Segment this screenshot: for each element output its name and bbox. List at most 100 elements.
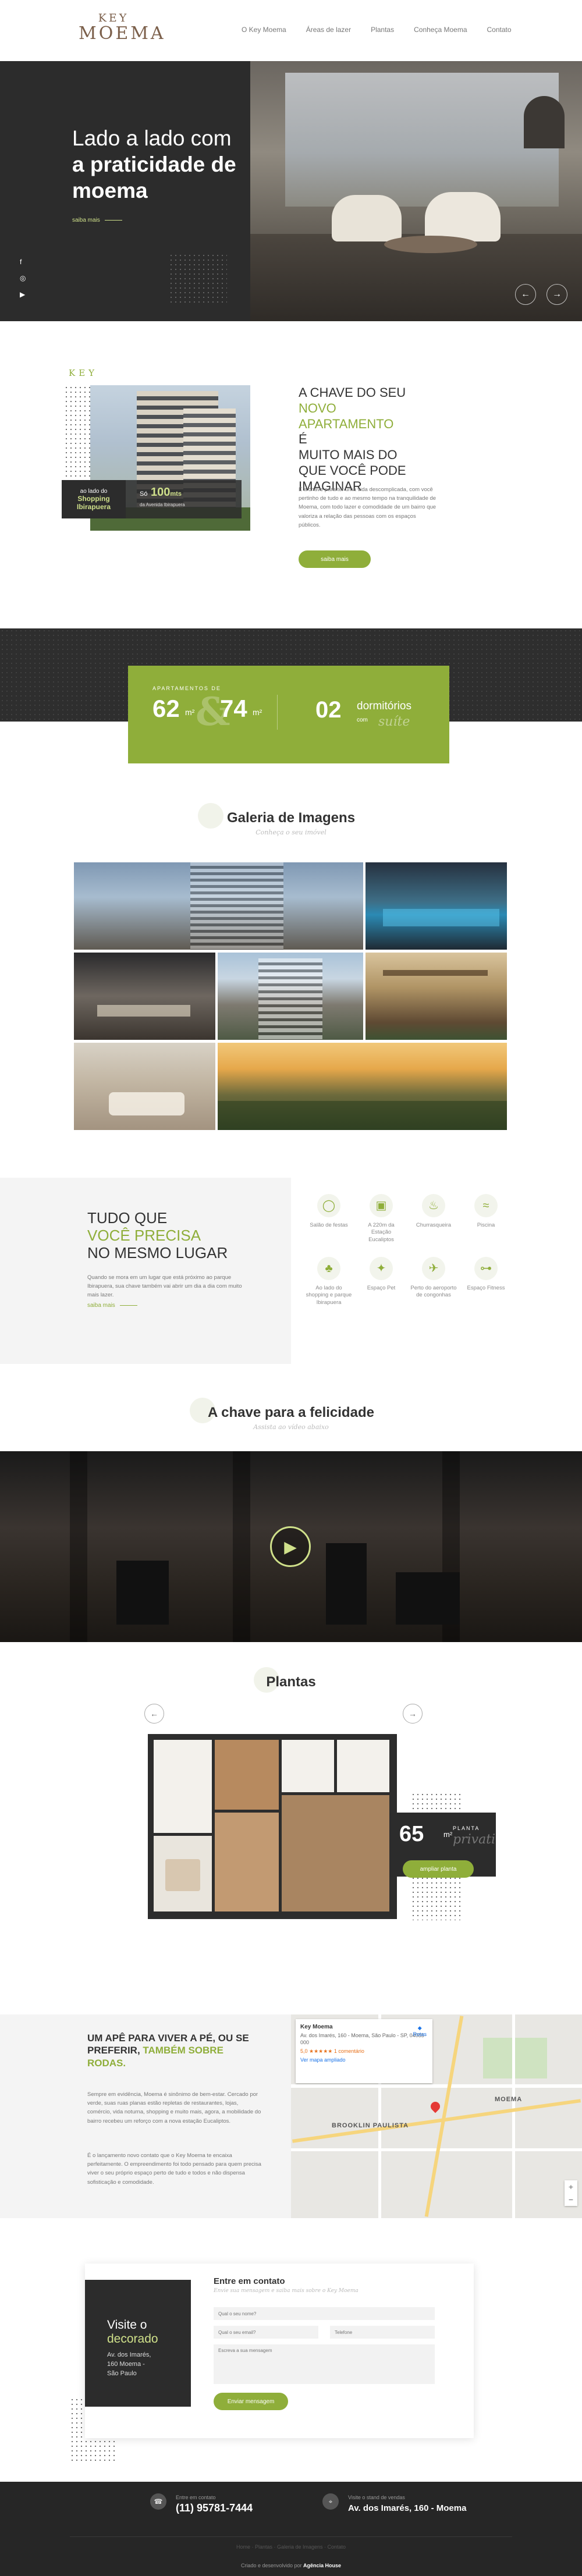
gym-machine: [326, 1543, 367, 1625]
amenities-title: TUDO QUE VOCÊ PRECISA NO MESMO LUGAR: [87, 1209, 228, 1262]
amenities-more-link[interactable]: saiba mais: [87, 1302, 137, 1309]
visit-line1: Visite o: [107, 2318, 147, 2332]
footer-credit-prefix: Criado e desenvolvido por: [240, 2563, 304, 2568]
amenity-item: ✦ Espaço Pet: [358, 1257, 404, 1292]
message-field[interactable]: [214, 2344, 435, 2384]
brand-logo[interactable]: KEY MOEMA: [79, 12, 164, 42]
gym-machine: [116, 1561, 169, 1625]
amenity-label: Espaço Pet: [367, 1285, 396, 1291]
footer-links[interactable]: Home · Plantas · Galeria de Imagens · Co…: [0, 2544, 582, 2550]
pet-icon: ✦: [370, 1257, 393, 1280]
email-field[interactable]: [214, 2326, 318, 2339]
menu-item-plantas[interactable]: Plantas: [371, 26, 394, 34]
amenity-label: Piscina: [477, 1222, 495, 1228]
menu-item-areas-lazer[interactable]: Áreas de lazer: [306, 26, 351, 34]
shopping-badge-big: Shopping Ibirapuera: [76, 495, 111, 511]
map-place-address: Av. dos Imarés, 160 - Moema, São Paulo -…: [300, 2033, 426, 2045]
map-directions-label: Rotas: [413, 2031, 427, 2037]
zoom-in-button[interactable]: +: [565, 2180, 577, 2193]
location-paragraph-1: Sempre em evidência, Moema é sinônimo de…: [87, 2091, 261, 2124]
apartment-stats-box: APARTAMENTOS DE 62 m² & 74 m² 02 dormitó…: [128, 666, 449, 763]
contact-subtitle: Envie sua mensagem e saiba mais sobre o …: [214, 2288, 359, 2294]
amenities-panel: [0, 1178, 291, 1364]
rooms-label: dormitórios: [357, 700, 411, 712]
about-more-button[interactable]: saiba mais: [299, 550, 371, 568]
amenities-more-label: saiba mais: [87, 1302, 115, 1309]
map-pin-icon[interactable]: [428, 2099, 442, 2113]
google-map[interactable]: BROOKLIN PAULISTA MOEMA Key Moema Av. do…: [291, 2014, 582, 2218]
play-button[interactable]: ▶: [270, 1526, 311, 1567]
youtube-icon[interactable]: ▶: [20, 290, 26, 299]
amenities-title-l2: VOCÊ PRECISA: [87, 1226, 201, 1244]
about-title-l4: MUITO MAIS DO: [299, 447, 398, 463]
footer-visit-label: Visite o stand de vendas: [348, 2495, 405, 2500]
plan-area-value: 65: [399, 1822, 424, 1846]
instagram-icon[interactable]: ◎: [20, 274, 26, 282]
pool-water: [383, 909, 499, 926]
map-zoom-controls: + −: [565, 2180, 577, 2206]
gallery-image-facade[interactable]: [74, 862, 363, 950]
facebook-icon[interactable]: f: [20, 258, 26, 266]
distance-prefix: Só: [140, 491, 148, 498]
zoom-out-button[interactable]: −: [565, 2193, 577, 2206]
hero-more-link[interactable]: saiba mais: [72, 217, 122, 223]
send-message-button[interactable]: Enviar mensagem: [214, 2393, 288, 2410]
garden-foliage: [218, 1101, 507, 1130]
phone-field[interactable]: [330, 2326, 435, 2339]
hero-prev-button[interactable]: ←: [515, 284, 536, 305]
arrow-line-icon: [119, 1305, 137, 1306]
main-menu: O Key Moema Áreas de lazer Plantas Conhe…: [242, 26, 512, 34]
top-navbar: KEY MOEMA O Key Moema Áreas de lazer Pla…: [0, 0, 582, 61]
plan-next-button[interactable]: →: [403, 1704, 423, 1724]
phone-icon: ☎: [150, 2493, 166, 2510]
hero-armchair-left: [332, 195, 402, 241]
map-enlarge-link[interactable]: Ver mapa ampliado: [300, 2057, 428, 2063]
footer-phone[interactable]: (11) 95781-7444: [176, 2502, 253, 2514]
name-field[interactable]: [214, 2307, 435, 2320]
visit-showroom-box: Visite o decorado Av. dos Imarés, 160 Mo…: [85, 2280, 191, 2407]
gallery-image-dining[interactable]: [74, 953, 215, 1040]
shopping-badge-small: ao lado do: [80, 488, 108, 495]
train-icon: ▣: [370, 1194, 393, 1217]
plan-prev-button[interactable]: ←: [144, 1704, 164, 1724]
plan-room: [154, 1740, 212, 1833]
hero-slider-controls: ← →: [515, 284, 567, 305]
distance-badge-sub: da Avenida Ibirapuera: [140, 502, 185, 507]
menu-item-contato[interactable]: Contato: [487, 26, 512, 34]
about-section: KEY ao lado do Shopping Ibirapuera Só 10…: [0, 321, 582, 628]
map-place-name: Key Moema: [300, 2024, 333, 2030]
floor-plan-image[interactable]: [148, 1734, 397, 1919]
balloon-icon: ◯: [317, 1194, 340, 1217]
pool-icon: ≈: [474, 1194, 498, 1217]
social-links: f ◎ ▶: [20, 258, 26, 299]
distance-value: 100: [151, 486, 171, 499]
hero-lamp: [524, 96, 565, 148]
plan-room: [282, 1740, 334, 1792]
amenity-label: Salão de festas: [310, 1222, 348, 1228]
hero-next-button[interactable]: →: [546, 284, 567, 305]
hero-living-room-photo: [250, 61, 582, 321]
amenity-label: Espaço Fitness: [467, 1285, 505, 1291]
map-directions-button[interactable]: ◆ Rotas: [413, 2025, 427, 2037]
plan-dining-table: [165, 1859, 200, 1891]
menu-item-key-moema[interactable]: O Key Moema: [242, 26, 286, 34]
map-road: [291, 2084, 582, 2088]
tower-detail: [258, 958, 322, 1040]
tree-icon: ♣: [317, 1257, 340, 1280]
gallery-image-deck[interactable]: [365, 953, 507, 1040]
dumbbell-icon: ⊶: [474, 1257, 498, 1280]
deck-pergola: [383, 970, 488, 976]
menu-item-conheca-moema[interactable]: Conheça Moema: [414, 26, 467, 34]
plan-room: [215, 1813, 279, 1911]
amenities-title-l1: TUDO QUE: [87, 1209, 168, 1227]
gallery-image-living[interactable]: [74, 1043, 215, 1130]
gallery-image-pool[interactable]: [365, 862, 507, 950]
enlarge-plan-button[interactable]: ampliar planta: [403, 1860, 474, 1878]
area-small-unit: m²: [185, 708, 195, 717]
gallery-image-garden[interactable]: [218, 1043, 507, 1130]
footer-credit: Criado e desenvolvido por Agência House: [0, 2563, 582, 2568]
key-side-mark: KEY: [69, 368, 98, 378]
footer-credit-agency[interactable]: Agência House: [303, 2563, 341, 2568]
plan-room: [337, 1740, 389, 1792]
gallery-image-tower[interactable]: [218, 953, 363, 1040]
